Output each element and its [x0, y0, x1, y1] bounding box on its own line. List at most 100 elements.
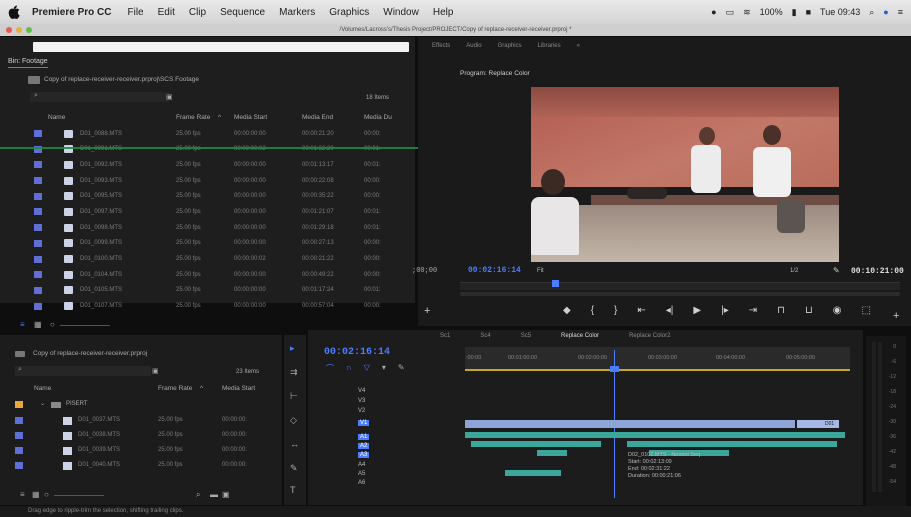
program-playhead[interactable] — [552, 280, 559, 287]
workspace-search-input[interactable] — [33, 42, 409, 52]
table-row[interactable]: D01_0091.MTS 25.00 fps 00:00:00:02 00:01:32… — [30, 141, 410, 157]
col-media-duration[interactable]: Media Du — [364, 114, 392, 121]
tab-effects[interactable]: Effects — [432, 43, 450, 49]
slip-icon[interactable]: ↔ — [290, 439, 299, 449]
table-row[interactable]: D01_0037.MTS 25.00 fps 00:00:00: — [15, 414, 280, 429]
new-bin-icon[interactable]: ▣ — [152, 367, 159, 375]
table-row[interactable]: D01_0093.MTS 25.00 fps 00:00:00:00 00:00:22… — [30, 173, 410, 189]
table-row[interactable]: D01_0105.MTS 25.00 fps 00:00:00:00 00:01:17… — [30, 283, 410, 299]
track-v3[interactable]: V3 — [358, 398, 365, 404]
notification-icon[interactable]: ≡ — [898, 7, 903, 17]
menu-clip[interactable]: Clip — [189, 7, 206, 18]
sort-asc-icon[interactable]: ^ — [200, 385, 203, 392]
table-row[interactable]: D01_0040.MTS 25.00 fps 00:00:00: — [15, 459, 280, 474]
step-back-icon[interactable]: ◂| — [666, 305, 674, 316]
search-icon[interactable]: ⌕ — [869, 7, 874, 18]
apple-icon[interactable] — [8, 5, 20, 19]
track-v2[interactable]: V2 — [358, 408, 365, 414]
table-row[interactable]: D01_0104.MTS 25.00 fps 00:00:00:00 00:00:49… — [30, 267, 410, 283]
track-a2[interactable]: A2 — [358, 443, 370, 449]
razor-icon[interactable]: ◇ — [290, 415, 297, 426]
menu-graphics[interactable]: Graphics — [329, 7, 369, 18]
folder-row[interactable]: ⌄ PISERT — [15, 400, 280, 410]
display-icon[interactable]: ▭ — [726, 7, 735, 18]
track-a3[interactable]: A3 — [358, 452, 370, 458]
compare-icon[interactable]: ⬚ — [861, 305, 870, 316]
video-clip-v1[interactable] — [465, 420, 795, 428]
battery-icon[interactable]: ▮ — [792, 7, 797, 18]
audio-clip-a4[interactable] — [505, 470, 561, 476]
track-a6[interactable]: A6 — [358, 480, 365, 486]
tab-libraries[interactable]: Libraries — [538, 43, 561, 49]
table-row[interactable]: D01_0088.MTS 25.00 fps 00:00:00:00 00:00:21… — [30, 126, 410, 142]
close-icon[interactable] — [6, 27, 12, 33]
marker-icon[interactable]: ▽ — [364, 363, 370, 374]
zoom-slider[interactable] — [60, 325, 110, 326]
menu-file[interactable]: File — [127, 7, 143, 18]
track-a1[interactable]: A1 — [358, 434, 370, 440]
go-to-in-icon[interactable]: ⇤ — [637, 305, 645, 316]
table-row[interactable]: D01_0099.MTS 25.00 fps 00:00:00:00 00:00:27… — [30, 236, 410, 252]
col-name[interactable]: Name — [34, 385, 51, 392]
track-v1[interactable]: V1 — [358, 420, 370, 426]
clock[interactable]: Tue 09:43 — [820, 7, 860, 17]
pen-icon[interactable]: ✎ — [290, 463, 298, 474]
track-v4[interactable]: V4 — [358, 388, 365, 394]
wifi-icon[interactable]: ≋ — [743, 7, 751, 18]
add-button-right[interactable]: + — [893, 310, 899, 322]
table-row[interactable]: D01_0098.MTS 25.00 fps 00:00:00:00 00:01:29… — [30, 220, 410, 236]
bin-search-field[interactable] — [30, 92, 170, 102]
menu-window[interactable]: Window — [383, 7, 419, 18]
tab-audio[interactable]: Audio — [466, 43, 481, 49]
tab-replace-color[interactable]: Replace Color — [561, 333, 599, 339]
new-bin-icon[interactable]: ▬ — [210, 490, 218, 499]
table-row[interactable]: D01_0092.MTS 25.00 fps 00:00:00:00 00:01:13… — [30, 157, 410, 173]
zoom-slider[interactable] — [54, 495, 104, 496]
export-frame-icon[interactable]: ◉ — [833, 305, 842, 316]
lift-icon[interactable]: ⊓ — [777, 305, 785, 316]
menu-markers[interactable]: Markers — [279, 7, 315, 18]
col-media-start[interactable]: Media Start — [234, 114, 267, 121]
go-to-out-icon[interactable]: ⇥ — [749, 305, 757, 316]
table-row[interactable]: D01_0095.MTS 25.00 fps 00:00:00:00 00:00:35… — [30, 188, 410, 204]
disclosure-icon[interactable]: ⌄ — [40, 400, 45, 407]
snap-icon[interactable]: ⌒ — [326, 363, 334, 374]
timeline-timecode[interactable]: 00:02:16:14 — [324, 347, 390, 358]
audio-clip-a2[interactable] — [471, 441, 601, 447]
work-area-bar[interactable] — [465, 369, 850, 371]
table-row[interactable]: D01_0100.MTS 25.00 fps 00:00:00:02 00:00:21… — [30, 251, 410, 267]
audio-clip-a3[interactable] — [537, 450, 567, 456]
new-item-icon[interactable]: ▣ — [222, 490, 230, 499]
col-media-end[interactable]: Media End — [302, 114, 333, 121]
project-search-field[interactable] — [15, 366, 151, 376]
tab-sc5[interactable]: Sc5 — [521, 333, 531, 339]
play-icon[interactable]: ▶ — [693, 305, 701, 316]
zoom-slider-knob[interactable]: ○ — [44, 490, 49, 499]
minimize-icon[interactable] — [16, 27, 22, 33]
col-name[interactable]: Name — [48, 114, 65, 121]
wrench-icon[interactable]: ✎ — [833, 266, 840, 275]
add-button-left[interactable]: + — [424, 305, 430, 317]
list-view-icon[interactable]: ≡ — [20, 490, 25, 499]
col-frame-rate[interactable]: Frame Rate — [158, 385, 192, 392]
extract-icon[interactable]: ⊔ — [805, 305, 813, 316]
menu-help[interactable]: Help — [433, 7, 454, 18]
input-icon[interactable]: ■ — [806, 7, 811, 17]
zoom-slider-knob[interactable]: ○ — [50, 320, 55, 329]
table-row[interactable]: D01_0039.MTS 25.00 fps 00:00:00: — [15, 444, 280, 459]
playhead-handle[interactable] — [610, 366, 619, 372]
menu-app[interactable]: Premiere Pro CC — [32, 7, 111, 18]
tab-more[interactable]: » — [577, 43, 580, 49]
type-tool-icon[interactable]: T — [290, 485, 296, 495]
tab-graphics[interactable]: Graphics — [498, 43, 522, 49]
track-a4[interactable]: A4 — [358, 462, 365, 468]
creative-cloud-icon[interactable]: ● — [711, 7, 716, 17]
ripple-edit-icon[interactable]: ⊢ — [290, 391, 298, 402]
wrench-icon[interactable]: ✎ — [398, 363, 405, 374]
col-frame-rate[interactable]: Frame Rate — [176, 114, 210, 121]
track-select-icon[interactable]: ⇉ — [290, 367, 298, 378]
settings-icon[interactable]: ▾ — [382, 363, 386, 374]
mark-in-icon[interactable]: { — [591, 305, 594, 316]
table-row[interactable]: D01_0038.MTS 25.00 fps 00:00:00: — [15, 429, 280, 444]
selection-tool-icon[interactable]: ▸ — [290, 343, 295, 354]
